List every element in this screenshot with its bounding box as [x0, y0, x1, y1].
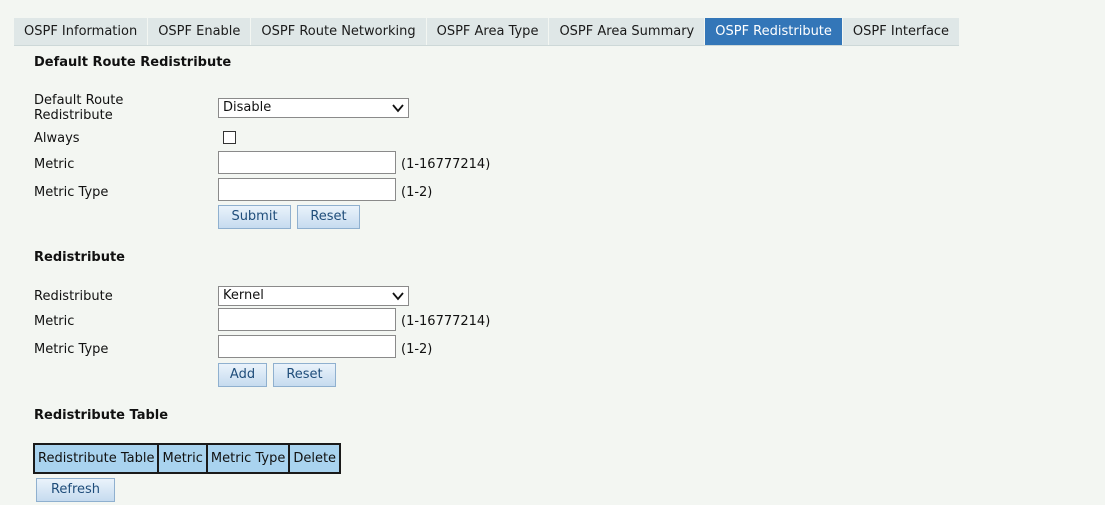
default-metric-type-range: (1-2) [401, 185, 433, 200]
default-metric-type-label: Metric Type [34, 185, 109, 200]
tab-ospf-interface[interactable]: OSPF Interface [843, 18, 959, 45]
redistribute-label: Redistribute [34, 289, 113, 304]
tab-ospf-enable[interactable]: OSPF Enable [148, 18, 252, 45]
redistribute-table: Redistribute Table Metric Metric Type De… [32, 443, 342, 474]
refresh-button[interactable]: Refresh [36, 478, 115, 502]
default-route-redistribute-select[interactable]: Disable [218, 98, 409, 118]
redistribute-metric-label: Metric [34, 314, 75, 329]
table-header-redistribute-table: Redistribute Table [32, 443, 160, 474]
tab-bar: OSPF Information OSPF Enable OSPF Route … [14, 18, 960, 46]
table-header-metric-type: Metric Type [205, 443, 291, 474]
redistribute-metric-type-input[interactable] [218, 335, 396, 358]
table-header-row: Redistribute Table Metric Metric Type De… [32, 443, 342, 474]
redistribute-metric-input[interactable] [218, 308, 396, 331]
redistribute-value: Kernel [223, 288, 264, 303]
add-button[interactable]: Add [218, 363, 267, 387]
table-header-metric: Metric [157, 443, 208, 474]
tab-ospf-route-networking[interactable]: OSPF Route Networking [251, 18, 427, 45]
always-checkbox[interactable] [223, 131, 236, 144]
default-metric-type-input[interactable] [218, 178, 396, 201]
tab-ospf-redistribute[interactable]: OSPF Redistribute [705, 18, 843, 45]
default-route-redistribute-value: Disable [223, 100, 272, 115]
redistribute-metric-type-label: Metric Type [34, 342, 109, 357]
tab-ospf-area-type[interactable]: OSPF Area Type [427, 18, 550, 45]
table-header-delete: Delete [288, 443, 342, 474]
redistribute-table-title: Redistribute Table [34, 408, 169, 423]
redistribute-reset-button[interactable]: Reset [273, 363, 336, 387]
always-label: Always [34, 131, 80, 146]
default-metric-input[interactable] [218, 151, 396, 174]
default-metric-range: (1-16777214) [401, 157, 491, 172]
default-route-redistribute-label: Default Route Redistribute [34, 93, 124, 123]
default-reset-button[interactable]: Reset [297, 205, 360, 229]
chevron-down-icon [392, 292, 404, 301]
default-metric-label: Metric [34, 157, 75, 172]
tab-ospf-area-summary[interactable]: OSPF Area Summary [549, 18, 706, 45]
redistribute-metric-type-range: (1-2) [401, 342, 433, 357]
default-route-section-title: Default Route Redistribute [34, 55, 232, 70]
chevron-down-icon [392, 104, 404, 113]
redistribute-metric-range: (1-16777214) [401, 314, 491, 329]
redistribute-select[interactable]: Kernel [218, 286, 409, 306]
submit-button[interactable]: Submit [218, 205, 291, 229]
tab-ospf-information[interactable]: OSPF Information [14, 18, 149, 45]
redistribute-section-title: Redistribute [34, 250, 125, 265]
